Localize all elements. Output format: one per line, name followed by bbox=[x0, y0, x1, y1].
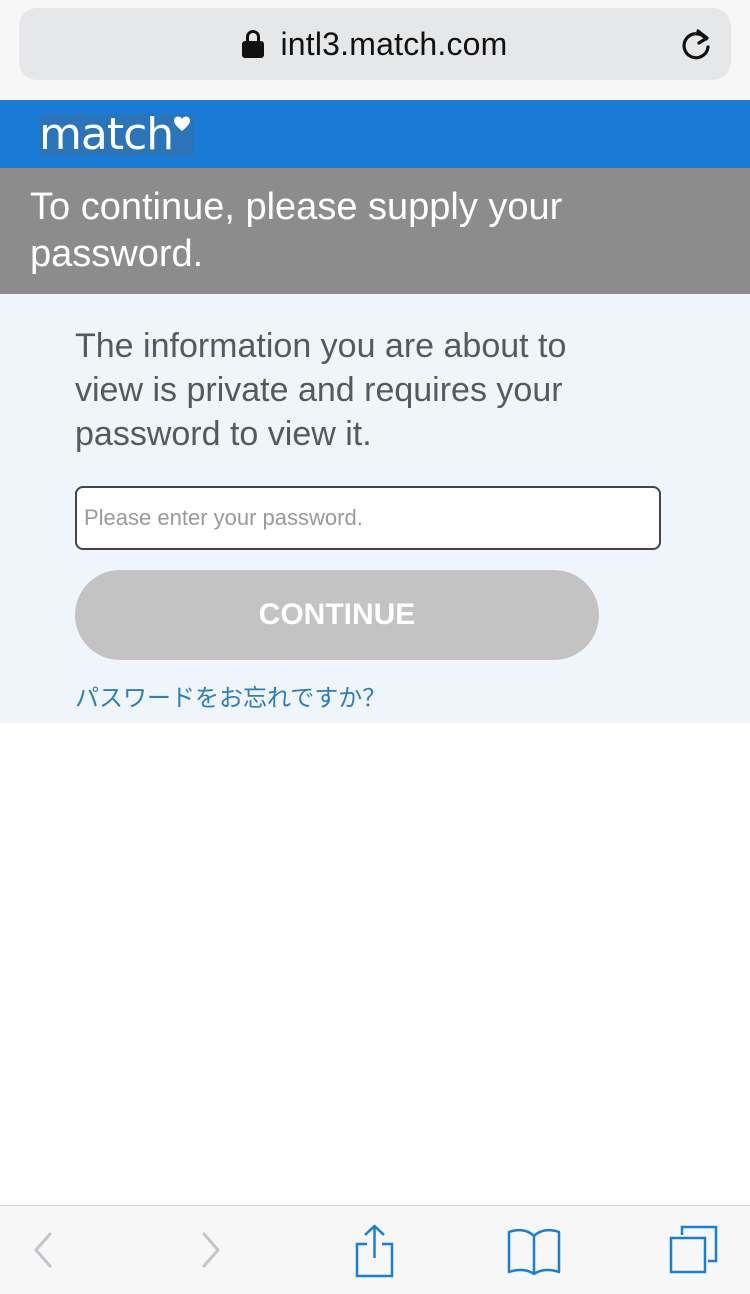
url-text[interactable]: intl3.match.com bbox=[280, 26, 507, 63]
forgot-password-link[interactable]: パスワードをお忘れですか？ bbox=[75, 678, 386, 713]
brand-bar: match bbox=[0, 100, 750, 168]
back-icon[interactable] bbox=[28, 1224, 58, 1276]
match-logo[interactable]: match bbox=[39, 109, 195, 160]
password-form-panel: The information you are about to view is… bbox=[0, 294, 750, 723]
bookmarks-icon[interactable] bbox=[505, 1224, 563, 1278]
reload-icon[interactable] bbox=[679, 28, 713, 62]
address-bar-content: intl3.match.com bbox=[19, 8, 731, 80]
heart-icon bbox=[174, 116, 191, 131]
browser-top-bar: intl3.match.com bbox=[0, 0, 750, 100]
password-input[interactable] bbox=[75, 486, 661, 550]
address-bar[interactable]: intl3.match.com bbox=[19, 8, 731, 80]
browser-toolbar bbox=[0, 1205, 750, 1294]
page-title: To continue, please supply your password… bbox=[30, 186, 563, 275]
logo-text: match bbox=[39, 109, 174, 160]
privacy-message: The information you are about to view is… bbox=[75, 327, 567, 453]
page-header: To continue, please supply your password… bbox=[0, 168, 750, 294]
lock-icon bbox=[242, 29, 265, 59]
continue-button[interactable]: CONTINUE bbox=[75, 570, 599, 660]
tabs-icon[interactable] bbox=[666, 1224, 722, 1278]
share-icon[interactable] bbox=[350, 1224, 398, 1278]
forward-icon[interactable] bbox=[196, 1224, 226, 1276]
